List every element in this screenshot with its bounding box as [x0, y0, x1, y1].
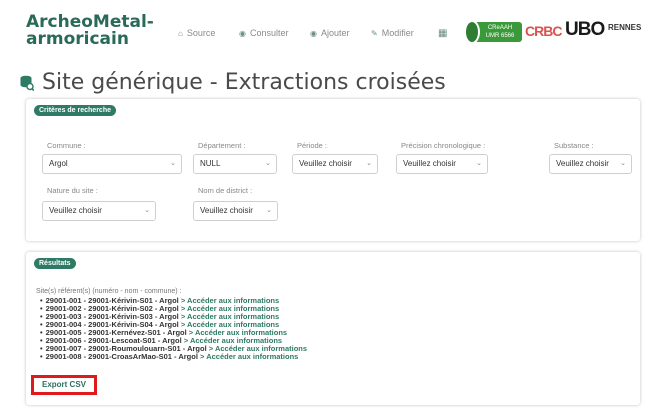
chevron-down-icon: ⌄: [265, 160, 271, 167]
chevron-down-icon: ⌄: [170, 160, 176, 167]
brand-logo[interactable]: ArcheoMetal- armoricain: [26, 14, 166, 48]
nav-consulter-label: Consulter: [249, 28, 289, 38]
bullet: •: [40, 352, 43, 361]
nav-modifier-label: Modifier: [381, 28, 414, 38]
periode-select[interactable]: Veuillez choisir ⌄: [292, 154, 378, 174]
results-panel: Résultats Site(s) référent(s) (numéro - …: [26, 252, 640, 405]
brand-line-2: armoricain: [26, 29, 129, 49]
leaf-icon: [464, 20, 480, 44]
nav-modifier[interactable]: ✎ Modifier: [371, 28, 414, 38]
commune-select[interactable]: Argol ⌄: [42, 154, 182, 174]
nav-source[interactable]: ⌂ Source: [178, 28, 215, 38]
site-text: 29001-008 - 29001-CroasArMao-S01 - Argol: [45, 352, 198, 361]
nature-label: Nature du site :: [47, 186, 98, 195]
precision-label: Précision chronologique :: [401, 141, 486, 150]
chevron-down-icon: ⌄: [476, 160, 482, 167]
creaah-logo: CReAAH UMR 6566: [464, 20, 522, 44]
database-icon: ◉: [239, 28, 246, 38]
home-icon: ⌂: [178, 28, 183, 38]
commune-label: Commune :: [47, 141, 86, 150]
crbc-logo: CRBC: [525, 23, 562, 39]
results-intro: Site(s) référent(s) (numéro - nom - comm…: [36, 288, 182, 295]
nav-source-label: Source: [186, 28, 216, 38]
precision-select[interactable]: Veuillez choisir ⌄: [396, 154, 488, 174]
nav-ajouter-label: Ajouter: [320, 28, 350, 38]
rennes-logo: RENNES: [608, 23, 642, 32]
table-icon: ▦: [438, 28, 448, 39]
district-label: Nom de district :: [198, 186, 253, 195]
results-badge: Résultats: [34, 258, 76, 269]
criteria-panel: Critères de recherche Commune : Argol ⌄ …: [26, 99, 640, 241]
navbar: ArcheoMetal- armoricain ⌂ Source ◉ Consu…: [0, 6, 657, 54]
export-csv-button[interactable]: Export CSV: [31, 375, 97, 395]
database-add-icon: ◉: [310, 28, 317, 38]
chevron-down-icon: ⌄: [366, 160, 372, 167]
criteria-badge: Critères de recherche: [34, 105, 116, 116]
district-select[interactable]: Veuillez choisir ⌄: [193, 201, 278, 221]
list-item: • 29001-008 - 29001-CroasArMao-S01 - Argo…: [40, 353, 307, 361]
substance-label: Substance :: [554, 141, 594, 150]
database-search-icon: [20, 75, 34, 91]
nature-select[interactable]: Veuillez choisir ⌄: [42, 201, 156, 221]
periode-label: Période :: [297, 141, 328, 150]
chevron-down-icon: ⌄: [620, 160, 626, 167]
nav-extra[interactable]: ▦: [438, 28, 451, 39]
departement-select[interactable]: NULL ⌄: [193, 154, 277, 174]
substance-select[interactable]: Veuillez choisir ⌄: [549, 154, 632, 174]
page-title: Site générique - Extractions croisées: [20, 70, 446, 95]
chevron-down-icon: ⌄: [266, 207, 272, 214]
nav-consulter[interactable]: ◉ Consulter: [239, 28, 289, 38]
edit-icon: ✎: [371, 28, 378, 38]
nav-ajouter[interactable]: ◉ Ajouter: [310, 28, 350, 38]
departement-label: Département :: [198, 141, 246, 150]
results-list: • 29001-001 - 29001-Kérivin-S01 - Argol >…: [40, 297, 307, 361]
access-info-link[interactable]: > Accéder aux informations: [200, 352, 298, 361]
chevron-down-icon: ⌄: [144, 207, 150, 214]
ubo-logo: UBO: [565, 19, 605, 40]
page-title-text: Site générique - Extractions croisées: [42, 70, 446, 95]
